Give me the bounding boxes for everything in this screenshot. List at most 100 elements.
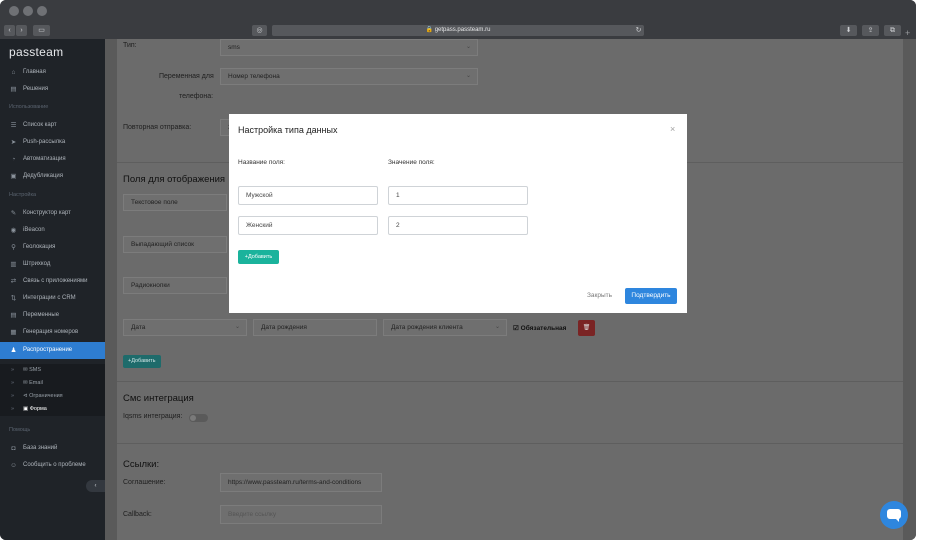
modal-title: Настройка типа данных [238,125,338,135]
sidebar-item-number-gen[interactable]: ▦ Генерация номеров [0,324,105,341]
fields-heading: Поля для отображения на форме [123,174,227,185]
maximize-window-icon[interactable] [37,6,47,16]
sidebar-item-ibeacon[interactable]: ◉ iBeacon [0,222,105,239]
support-icon: ☺ [10,462,17,469]
date-field-type-select[interactable]: Дата ⌄ [123,319,247,336]
tabs-icon[interactable]: ⧉ [884,25,901,36]
links-heading: Ссылки: [123,459,160,470]
sidebar-toggle-icon[interactable]: ▭ [33,25,50,36]
variables-icon: ▤ [10,312,17,319]
book-icon: ◘ [11,445,16,452]
pin-icon: ⚲ [11,244,16,251]
close-icon[interactable]: × [670,124,675,134]
clock-icon: ◔ [11,156,16,163]
chevron-down-icon: ⌄ [465,73,471,79]
phone-variable-select[interactable]: Номер телефона ⌄ [220,68,478,85]
option-name-input-1[interactable]: Мужской [238,186,378,205]
sidebar-item-distribution[interactable]: ♟ Распространение [0,342,105,359]
browser-titlebar: ‹ › ▭ ◎ 🔒 getpass.passteam.ru ↻ ⬇ ⇪ ⧉ + [0,0,916,39]
sidebar-section-usage: Использование [9,104,49,110]
callback-label: Callback: [123,511,152,518]
sidebar-item-variables[interactable]: ▤ Переменные [0,307,105,324]
add-field-button[interactable]: +Добавить [123,355,161,368]
logo[interactable]: passteam [9,45,63,59]
data-type-modal: Настройка типа данных × Название поля: З… [229,114,687,313]
browser-window: ‹ › ▭ ◎ 🔒 getpass.passteam.ru ↻ ⬇ ⇪ ⧉ + … [0,0,916,540]
chevron-down-icon: ⌄ [465,44,471,50]
field-type-select-1[interactable]: Текстовое поле [123,194,227,211]
sidebar-item-push[interactable]: ➤ Push-рассылка [0,134,105,151]
beacon-icon: ◉ [10,227,17,234]
sms-integration-heading: Смс интеграция [123,393,194,404]
grid-icon: ▦ [10,329,17,336]
shield-icon[interactable]: ◎ [252,25,267,36]
agreement-input[interactable]: https://www.passteam.ru/terms-and-condit… [220,473,382,492]
download-icon[interactable]: ⬇ [840,25,857,36]
link-icon: ⇄ [10,278,17,285]
option-value-input-1[interactable]: 1 [388,186,528,205]
sidebar-item-card-list[interactable]: ☰ Список карт [0,117,105,134]
add-option-button[interactable]: +Добавить [238,250,279,264]
sidebar-item-barcode[interactable]: ▥ Штрихкод [0,256,105,273]
home-icon: ⌂ [11,69,16,76]
field-value-label: Значение поля: [388,159,435,166]
option-value-input-2[interactable]: 2 [388,216,528,235]
sidebar-subitem-limits[interactable]: » ⊲ Ограничения [0,390,105,403]
checkbox-checked-icon: ☑ [513,325,521,332]
field-type-select-3[interactable]: Радиокнопки [123,277,227,294]
delete-row-button[interactable]: 🗑 [578,320,595,336]
close-window-icon[interactable] [9,6,19,16]
variable-label-line2: телефона: [179,93,214,100]
chevron-down-icon: ⌄ [234,324,240,330]
send-icon: ➤ [10,139,17,146]
sidebar-section-settings: Настройка [9,192,37,198]
minimize-window-icon[interactable] [23,6,33,16]
divider [117,381,903,382]
required-checkbox[interactable]: ☑ Обязательная [513,324,566,332]
user-icon: ♟ [10,347,17,354]
resend-label: Повторная отправка: [123,124,192,131]
date-field-variable-select[interactable]: Дата рождения клиента ⌄ [383,319,507,336]
option-name-input-2[interactable]: Женский [238,216,378,235]
sidebar-item-geolocation[interactable]: ⚲ Геолокация [0,239,105,256]
callback-input[interactable]: Введите ссылку [220,505,382,524]
agreement-label: Соглашение: [123,479,166,486]
sidebar-collapse-button[interactable]: ‹ [86,480,105,492]
forward-button[interactable]: › [16,25,27,36]
sidebar-subitem-form[interactable]: » ▣ Форма [0,403,105,416]
iqsms-toggle[interactable] [189,414,208,422]
sidebar-item-knowledge-base[interactable]: ◘ База знаний [0,440,105,457]
sidebar-item-home[interactable]: ⌂ Главная [0,64,105,81]
iqsms-label: Iqsms интеграция: [123,413,183,420]
barcode-icon: ▥ [10,261,17,268]
sidebar-item-crm[interactable]: ⇅ Интеграции с CRM [0,290,105,307]
chat-widget-icon[interactable] [880,501,908,529]
modal-close-button[interactable]: Закрыть [587,292,612,299]
sidebar: passteam ⌂ Главная ▤ Решения Использование… [0,39,105,540]
divider [117,443,903,444]
sidebar-section-help: Помощь [9,427,31,433]
new-tab-icon[interactable]: + [905,28,910,38]
reload-icon[interactable]: ↻ [634,25,643,36]
address-bar[interactable]: 🔒 getpass.passteam.ru [272,25,644,36]
type-select[interactable]: sms ⌄ [220,39,478,56]
sidebar-item-solutions[interactable]: ▤ Решения [0,81,105,98]
sync-icon: ⇅ [10,295,17,302]
type-label: Тип: [123,42,137,49]
back-button[interactable]: ‹ [4,25,15,36]
sidebar-item-dedup[interactable]: ▣ Дедубликация [0,168,105,185]
sidebar-item-report[interactable]: ☺ Сообщить о проблеме [0,457,105,474]
field-name-label: Название поля: [238,159,285,166]
sidebar-subitem-email[interactable]: » ✉ Email [0,377,105,390]
sidebar-item-apps[interactable]: ⇄ Связь с приложениями [0,273,105,290]
pencil-icon: ✎ [10,210,17,217]
sidebar-subitem-sms[interactable]: » ✉ SMS [0,364,105,377]
date-field-name-input[interactable]: Дата рождения [253,319,377,336]
chevron-down-icon: ⌄ [494,324,500,330]
modal-confirm-button[interactable]: Подтвердить [625,288,677,304]
share-icon[interactable]: ⇪ [862,25,879,36]
copy-icon: ▣ [10,173,17,180]
sidebar-item-automation[interactable]: ◔ Автоматизация [0,151,105,168]
field-type-select-2[interactable]: Выпадающий список [123,236,227,253]
sidebar-item-card-builder[interactable]: ✎ Конструктор карт [0,205,105,222]
